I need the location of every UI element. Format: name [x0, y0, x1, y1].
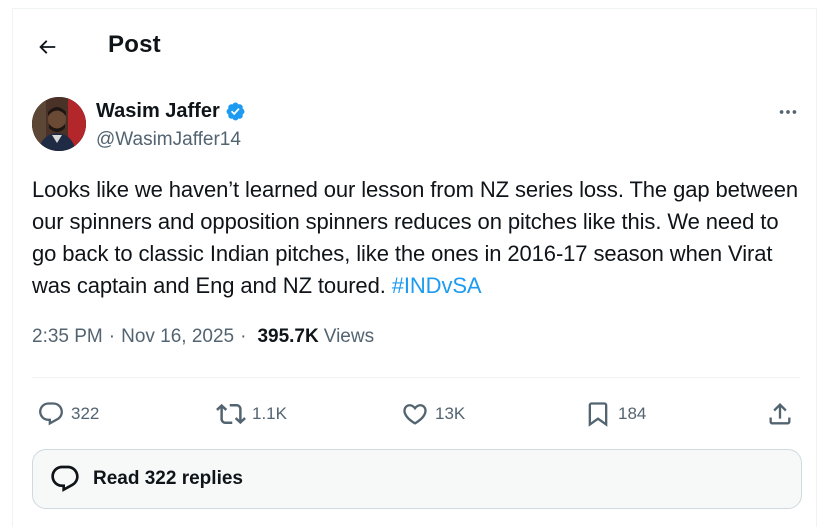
name-row: Wasim Jaffer — [96, 100, 246, 123]
more-dots-icon — [779, 110, 797, 114]
more-options-button[interactable] — [771, 100, 805, 124]
avatar[interactable] — [32, 97, 86, 151]
meta-separator: · — [240, 326, 247, 347]
reply-bubble-icon — [39, 402, 63, 426]
reply-bubble-icon — [51, 465, 79, 492]
avatar-image — [32, 97, 86, 151]
repost-icon — [216, 403, 246, 425]
meta-separator: · — [108, 326, 116, 347]
author-row: Wasim Jaffer @WasimJaffer14 — [13, 97, 818, 157]
share-button[interactable] — [766, 392, 794, 436]
action-bar: 322 1.1K 13K 184 — [13, 392, 818, 436]
read-replies-label: Read 322 replies — [93, 468, 243, 489]
back-button[interactable] — [29, 29, 65, 65]
heart-icon — [403, 404, 427, 425]
tweet-text: Looks like we haven’t learned our lesson… — [32, 174, 802, 302]
page-header: Post — [13, 9, 818, 81]
divider — [32, 377, 800, 378]
like-button[interactable]: 13K — [401, 392, 465, 436]
bookmark-button[interactable]: 184 — [584, 392, 646, 436]
author-handle[interactable]: @WasimJaffer14 — [96, 129, 241, 151]
tweet-meta: 2:35 PM · Nov 16, 2025 · 395.7K Views — [32, 326, 374, 348]
post-container: Post Wasim Jaffer @WasimJaffer14 Looks l… — [12, 8, 817, 527]
repost-button[interactable]: 1.1K — [216, 392, 287, 436]
read-replies-button[interactable]: Read 322 replies — [32, 449, 802, 509]
share-upload-icon — [769, 403, 791, 425]
reply-button[interactable]: 322 — [37, 392, 99, 436]
page-title: Post — [108, 31, 161, 58]
arrow-left-icon — [39, 40, 56, 54]
bookmark-icon — [588, 402, 608, 427]
hashtag-link[interactable]: #INDvSA — [392, 273, 482, 298]
like-count: 13K — [435, 404, 466, 423]
tweet-date[interactable]: Nov 16, 2025 — [121, 326, 234, 348]
views-label: Views — [323, 326, 375, 347]
bookmark-count: 184 — [618, 404, 647, 423]
reply-count: 322 — [71, 404, 100, 423]
repost-count: 1.1K — [252, 404, 287, 423]
display-name[interactable]: Wasim Jaffer — [96, 100, 220, 123]
tweet-time[interactable]: 2:35 PM — [32, 326, 103, 348]
views-count: 395.7K — [257, 326, 319, 347]
verified-badge-icon — [226, 102, 245, 121]
